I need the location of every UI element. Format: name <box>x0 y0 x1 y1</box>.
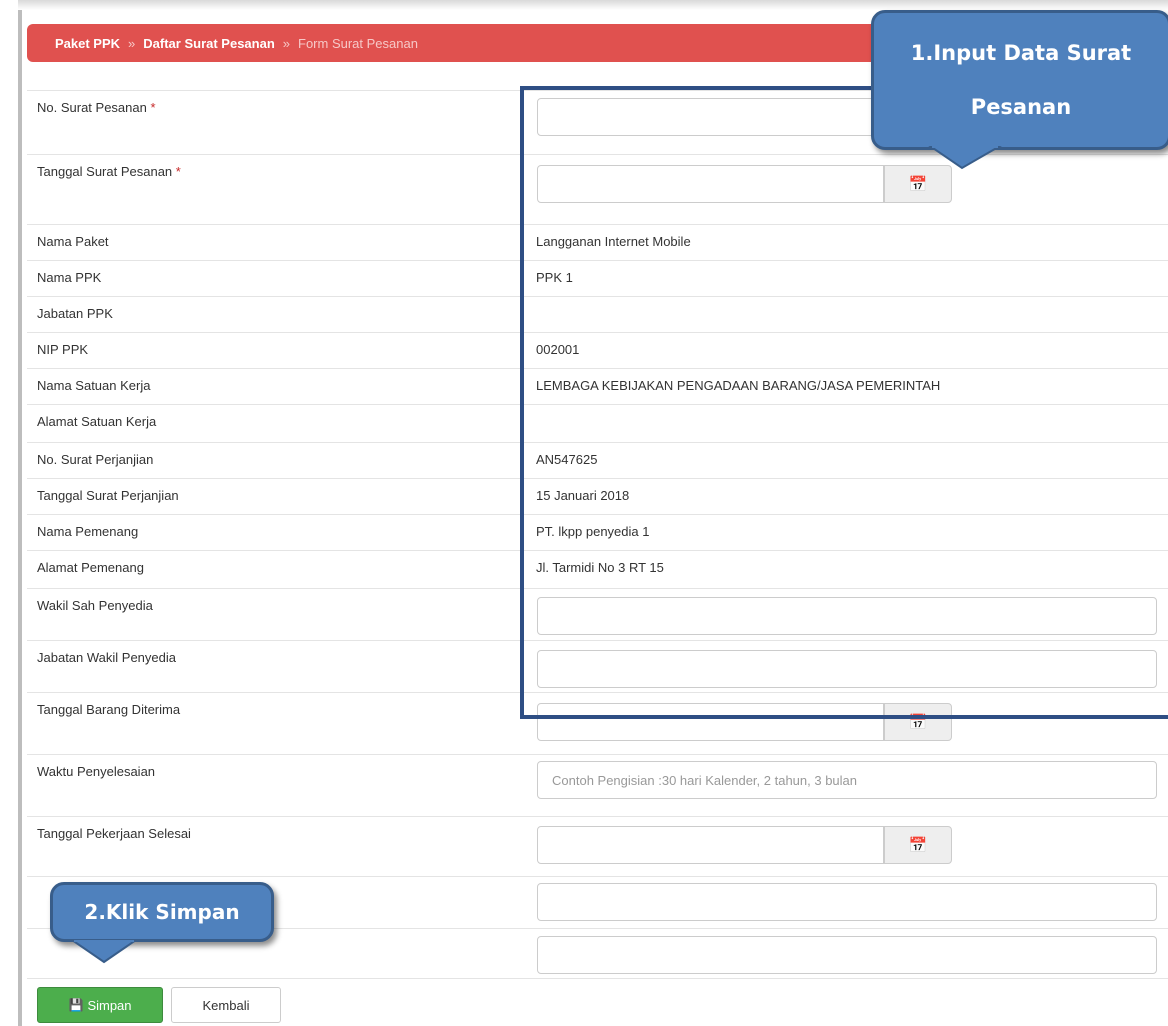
form-value: Langganan Internet Mobile <box>536 234 691 249</box>
breadcrumb-current: Form Surat Pesanan <box>298 35 418 51</box>
form-row-alamat-pemenang: Alamat Pemenang Jl. Tarmidi No 3 RT 15 <box>27 550 1168 588</box>
save-button[interactable]: 💾 Simpan <box>37 987 163 1023</box>
breadcrumb-item-paket-ppk[interactable]: Paket PPK <box>55 36 120 51</box>
form-row-tanggal-barang-diterima: Tanggal Barang Diterima 📅 <box>27 692 1168 754</box>
form-value: PPK 1 <box>536 270 573 285</box>
extra-field-1-input[interactable] <box>537 883 1157 921</box>
extra-field-2-input[interactable] <box>537 936 1157 974</box>
form-actions: 💾 Simpan Kembali <box>27 978 1168 1026</box>
form-label: Waktu Penyelesaian <box>37 764 156 779</box>
tanggal-surat-pesanan-input[interactable] <box>537 165 884 203</box>
form-label: Tanggal Surat Perjanjian <box>37 488 179 503</box>
page-top-shadow <box>18 0 1168 10</box>
form-row-jabatan-wakil-penyedia: Jabatan Wakil Penyedia <box>27 640 1168 692</box>
form-label: Alamat Satuan Kerja <box>37 414 157 429</box>
form-row-alamat-satuan-kerja: Alamat Satuan Kerja <box>27 404 1168 442</box>
calendar-icon: 📅 <box>908 176 928 193</box>
floppy-disk-icon: 💾 <box>68 998 84 1012</box>
calendar-button[interactable]: 📅 <box>884 703 952 741</box>
page-border <box>18 0 22 1026</box>
form-label: Nama PPK <box>37 270 102 285</box>
form-label: Tanggal Surat Pesanan * <box>37 164 181 179</box>
form-row-nama-satuan-kerja: Nama Satuan Kerja LEMBAGA KEBIJAKAN PENG… <box>27 368 1168 404</box>
tanggal-pekerjaan-selesai-input[interactable] <box>537 826 884 864</box>
form-label: No. Surat Perjanjian <box>37 452 154 467</box>
form-row-nama-ppk: Nama PPK PPK 1 <box>27 260 1168 296</box>
form-value: LEMBAGA KEBIJAKAN PENGADAAN BARANG/JASA … <box>536 378 941 393</box>
form-value: Jl. Tarmidi No 3 RT 15 <box>536 560 664 575</box>
form-row-nama-paket: Nama Paket Langganan Internet Mobile <box>27 224 1168 260</box>
save-button-label: Simpan <box>87 997 132 1013</box>
callout-step-1: 1.Input Data Surat Pesanan <box>871 10 1168 150</box>
form-label: Wakil Sah Penyedia <box>37 598 153 613</box>
form-row-wakil-sah-penyedia: Wakil Sah Penyedia <box>27 588 1168 640</box>
calendar-icon: 📅 <box>908 714 928 731</box>
form-row-tanggal-pekerjaan-selesai: Tanggal Pekerjaan Selesai 📅 <box>27 816 1168 876</box>
form-value: 002001 <box>536 342 580 357</box>
form-row-no-surat-perjanjian: No. Surat Perjanjian AN547625 <box>27 442 1168 478</box>
form-label: Nama Pemenang <box>37 524 139 539</box>
waktu-penyelesaian-input[interactable] <box>537 761 1157 799</box>
form-value: AN547625 <box>536 452 598 467</box>
wakil-sah-penyedia-input[interactable] <box>537 597 1157 635</box>
callout-step-2: 2.Klik Simpan <box>50 882 274 942</box>
form-label: Jabatan PPK <box>37 306 113 321</box>
breadcrumb-item-daftar-surat-pesanan[interactable]: Daftar Surat Pesanan <box>143 36 275 51</box>
form-label: NIP PPK <box>37 342 89 357</box>
jabatan-wakil-penyedia-input[interactable] <box>537 650 1157 688</box>
breadcrumb-separator: » <box>128 35 136 51</box>
form-label: Tanggal Pekerjaan Selesai <box>37 826 191 841</box>
form-row-nama-pemenang: Nama Pemenang PT. lkpp penyedia 1 <box>27 514 1168 550</box>
form-value: 15 Januari 2018 <box>536 488 630 503</box>
form-row-nip-ppk: NIP PPK 002001 <box>27 332 1168 368</box>
breadcrumb-separator: » <box>282 35 291 51</box>
callout-step-2-pointer <box>70 940 138 964</box>
form-label: Jabatan Wakil Penyedia <box>37 650 176 665</box>
form-value: PT. lkpp penyedia 1 <box>536 524 650 539</box>
form-label: Nama Paket <box>37 234 109 249</box>
calendar-icon: 📅 <box>908 837 928 854</box>
form-label: Tanggal Barang Diterima <box>37 702 181 717</box>
callout-step-1-pointer <box>928 146 1002 170</box>
form-row-tanggal-surat-perjanjian: Tanggal Surat Perjanjian 15 Januari 2018 <box>27 478 1168 514</box>
form-label: Alamat Pemenang <box>37 560 144 575</box>
form-row-jabatan-ppk: Jabatan PPK <box>27 296 1168 332</box>
form-label: No. Surat Pesanan * <box>37 100 156 115</box>
form-row-waktu-penyelesaian: Waktu Penyelesaian <box>27 754 1168 816</box>
calendar-button[interactable]: 📅 <box>884 826 952 864</box>
form-label: Nama Satuan Kerja <box>37 378 151 393</box>
tanggal-barang-diterima-input[interactable] <box>537 703 884 741</box>
calendar-button[interactable]: 📅 <box>884 165 952 203</box>
back-button[interactable]: Kembali <box>171 987 281 1023</box>
